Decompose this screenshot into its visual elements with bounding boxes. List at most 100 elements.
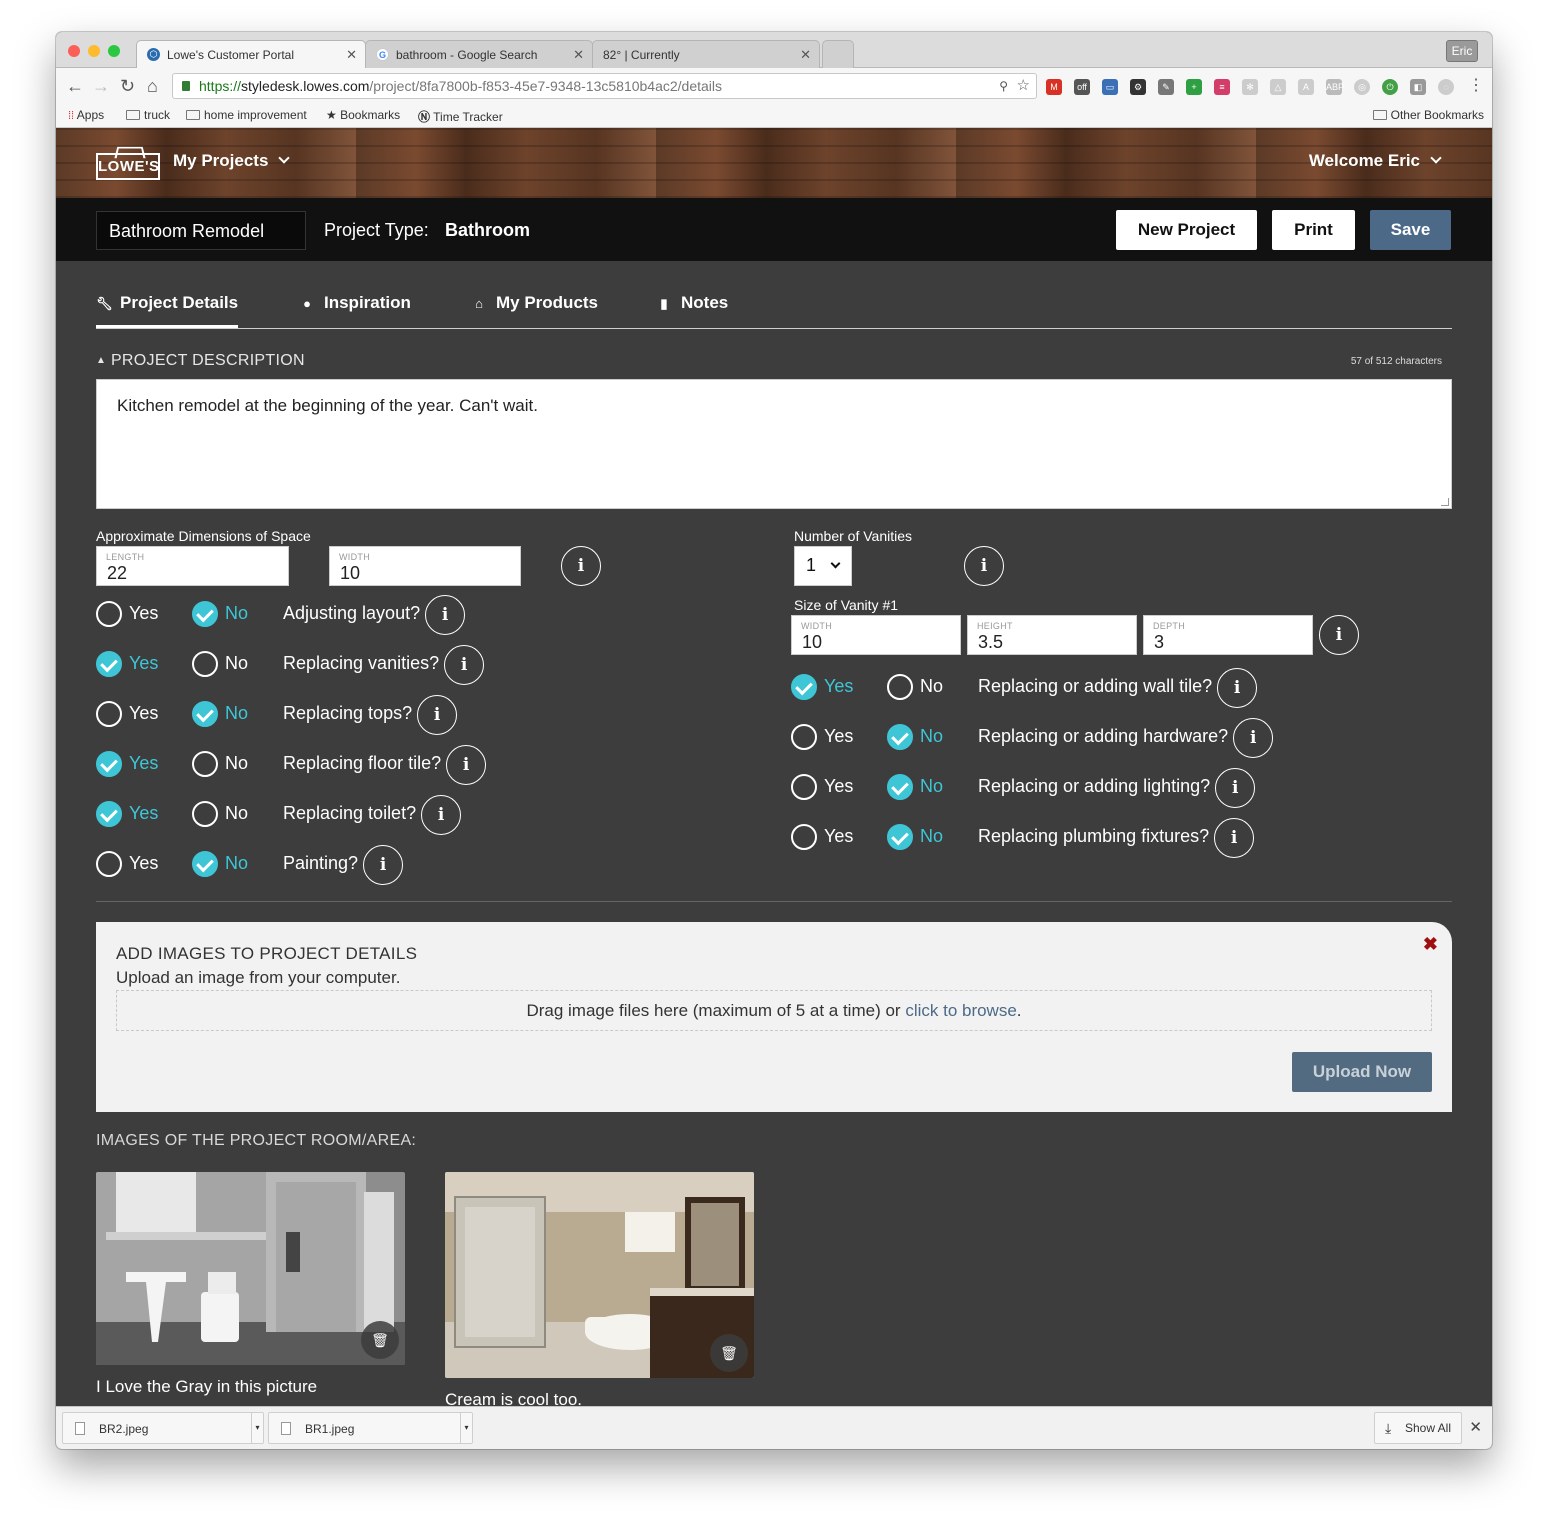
yes-label[interactable]: Yes bbox=[824, 826, 853, 847]
yes-label[interactable]: Yes bbox=[129, 853, 158, 874]
info-icon[interactable]: i bbox=[1233, 718, 1274, 758]
resize-grip-icon[interactable] bbox=[1441, 498, 1449, 506]
project-image-gray-bathroom[interactable]: 🗑︎ bbox=[96, 1172, 405, 1365]
browser-tab-currently[interactable]: 82° | Currently ✕ bbox=[592, 40, 820, 68]
caret-down-icon[interactable]: ▾ bbox=[251, 1413, 263, 1443]
no-radio[interactable] bbox=[887, 674, 913, 700]
info-icon[interactable]: i bbox=[425, 595, 466, 635]
yes-label[interactable]: Yes bbox=[129, 653, 158, 674]
gear-extension-icon[interactable]: ⚙ bbox=[1130, 79, 1146, 95]
power-extension-icon[interactable]: ⏻ bbox=[1382, 79, 1398, 95]
no-radio[interactable] bbox=[192, 601, 218, 627]
browser-tab-google[interactable]: G bathroom - Google Search ✕ bbox=[365, 40, 593, 68]
yes-label[interactable]: Yes bbox=[129, 803, 158, 824]
no-radio[interactable] bbox=[887, 824, 913, 850]
save-button[interactable]: Save bbox=[1370, 210, 1451, 250]
key-icon[interactable]: ⚲ bbox=[999, 74, 1008, 98]
no-label[interactable]: No bbox=[225, 603, 248, 624]
yes-radio[interactable] bbox=[96, 651, 122, 677]
user-menu[interactable]: Welcome Eric bbox=[1309, 151, 1442, 171]
forward-icon[interactable]: → bbox=[92, 76, 110, 96]
address-bar[interactable]: https://styledesk.lowes.com/project/8fa7… bbox=[172, 73, 1037, 99]
tab-project-details[interactable]: 🔧︎ Project Details bbox=[96, 293, 239, 328]
no-label[interactable]: No bbox=[225, 853, 248, 874]
yes-radio[interactable] bbox=[96, 851, 122, 877]
maximize-window-icon[interactable] bbox=[108, 45, 120, 57]
info-icon[interactable]: i bbox=[561, 546, 601, 586]
vanities-count-select[interactable]: 1 bbox=[794, 546, 852, 586]
yes-radio[interactable] bbox=[96, 601, 122, 627]
close-tab-icon[interactable]: ✕ bbox=[800, 47, 811, 63]
show-all-button[interactable]: ⤓ Show All bbox=[1374, 1412, 1462, 1444]
no-radio[interactable] bbox=[192, 651, 218, 677]
yes-radio[interactable] bbox=[791, 724, 817, 750]
new-project-button[interactable]: New Project bbox=[1116, 210, 1257, 250]
no-label[interactable]: No bbox=[920, 676, 943, 697]
bookmark-folder-truck[interactable]: truck bbox=[126, 108, 170, 122]
yes-label[interactable]: Yes bbox=[824, 726, 853, 747]
gmail-extension-icon[interactable]: M bbox=[1046, 79, 1062, 95]
yes-label[interactable]: Yes bbox=[824, 676, 853, 697]
my-projects-menu[interactable]: My Projects bbox=[173, 151, 291, 171]
yes-radio[interactable] bbox=[791, 824, 817, 850]
no-label[interactable]: No bbox=[225, 803, 248, 824]
circle-extension-icon[interactable]: ◎ bbox=[1354, 79, 1370, 95]
plus-extension-icon[interactable]: + bbox=[1186, 79, 1202, 95]
info-icon[interactable]: i bbox=[964, 546, 1004, 586]
tab-inspiration[interactable]: ● Inspiration bbox=[300, 293, 411, 313]
home-icon[interactable]: ⌂ bbox=[147, 76, 158, 96]
info-icon[interactable]: i bbox=[1217, 668, 1258, 708]
no-radio[interactable] bbox=[887, 774, 913, 800]
project-description-textarea[interactable]: Kitchen remodel at the beginning of the … bbox=[96, 379, 1452, 509]
close-window-icon[interactable] bbox=[68, 45, 80, 57]
reload-icon[interactable]: ↻ bbox=[120, 76, 135, 96]
width-field[interactable]: WIDTH 10 bbox=[329, 546, 521, 586]
no-radio[interactable] bbox=[192, 851, 218, 877]
no-radio[interactable] bbox=[887, 724, 913, 750]
close-tab-icon[interactable]: ✕ bbox=[346, 47, 357, 63]
vanity-height-field[interactable]: HEIGHT 3.5 bbox=[967, 615, 1137, 655]
profile-button[interactable]: Eric bbox=[1446, 40, 1478, 62]
tab-notes[interactable]: ▮ Notes bbox=[657, 293, 728, 313]
yes-radio[interactable] bbox=[791, 774, 817, 800]
no-label[interactable]: No bbox=[920, 776, 943, 797]
browse-link[interactable]: click to browse bbox=[905, 1001, 1016, 1020]
no-radio[interactable] bbox=[192, 751, 218, 777]
pen-extension-icon[interactable]: ✎ bbox=[1158, 79, 1174, 95]
project-name-input[interactable]: Bathroom Remodel bbox=[96, 211, 306, 250]
no-radio[interactable] bbox=[192, 701, 218, 727]
caret-down-icon[interactable]: ▾ bbox=[460, 1413, 472, 1443]
yes-label[interactable]: Yes bbox=[824, 776, 853, 797]
info-icon[interactable]: i bbox=[1319, 615, 1359, 655]
no-label[interactable]: No bbox=[920, 826, 943, 847]
react-extension-icon[interactable]: ✻ bbox=[1242, 79, 1258, 95]
off-extension-icon[interactable]: off bbox=[1074, 79, 1090, 95]
yes-radio[interactable] bbox=[96, 701, 122, 727]
vanity-width-field[interactable]: WIDTH 10 bbox=[791, 615, 961, 655]
minimize-window-icon[interactable] bbox=[88, 45, 100, 57]
project-description-toggle[interactable]: ▲ PROJECT DESCRIPTION bbox=[96, 352, 305, 370]
close-tab-icon[interactable]: ✕ bbox=[573, 47, 584, 63]
info-icon[interactable]: i bbox=[417, 695, 458, 735]
angular-extension-icon[interactable]: A bbox=[1298, 79, 1314, 95]
bookmark-folder-home-improvement[interactable]: home improvement bbox=[186, 108, 307, 122]
close-downloads-icon[interactable]: ✕ bbox=[1469, 1418, 1482, 1436]
close-icon[interactable]: ✖ bbox=[1423, 934, 1438, 955]
image-dropzone[interactable]: Drag image files here (maximum of 5 at a… bbox=[116, 990, 1432, 1031]
print-button[interactable]: Print bbox=[1272, 210, 1355, 250]
info-icon[interactable]: i bbox=[421, 795, 462, 835]
pocket-extension-icon[interactable]: ◧ bbox=[1410, 79, 1426, 95]
yes-radio[interactable] bbox=[96, 801, 122, 827]
info-icon[interactable]: i bbox=[1214, 818, 1255, 858]
bookmark-time-tracker[interactable]: Ⓝ Time Tracker bbox=[418, 108, 503, 125]
new-tab-button[interactable] bbox=[822, 40, 854, 68]
delete-image-icon[interactable]: 🗑︎ bbox=[710, 1334, 748, 1372]
bookmark-bookmarks[interactable]: ★ Bookmarks bbox=[326, 108, 400, 122]
info-icon[interactable]: i bbox=[363, 845, 404, 885]
adblock-extension-icon[interactable]: ABP bbox=[1326, 79, 1344, 95]
download-item[interactable]: BR2.jpeg ▾ bbox=[62, 1412, 264, 1444]
no-label[interactable]: No bbox=[225, 653, 248, 674]
info-icon[interactable]: i bbox=[446, 745, 487, 785]
sync-extension-icon[interactable]: ◌ bbox=[1438, 79, 1454, 95]
yes-radio[interactable] bbox=[791, 674, 817, 700]
